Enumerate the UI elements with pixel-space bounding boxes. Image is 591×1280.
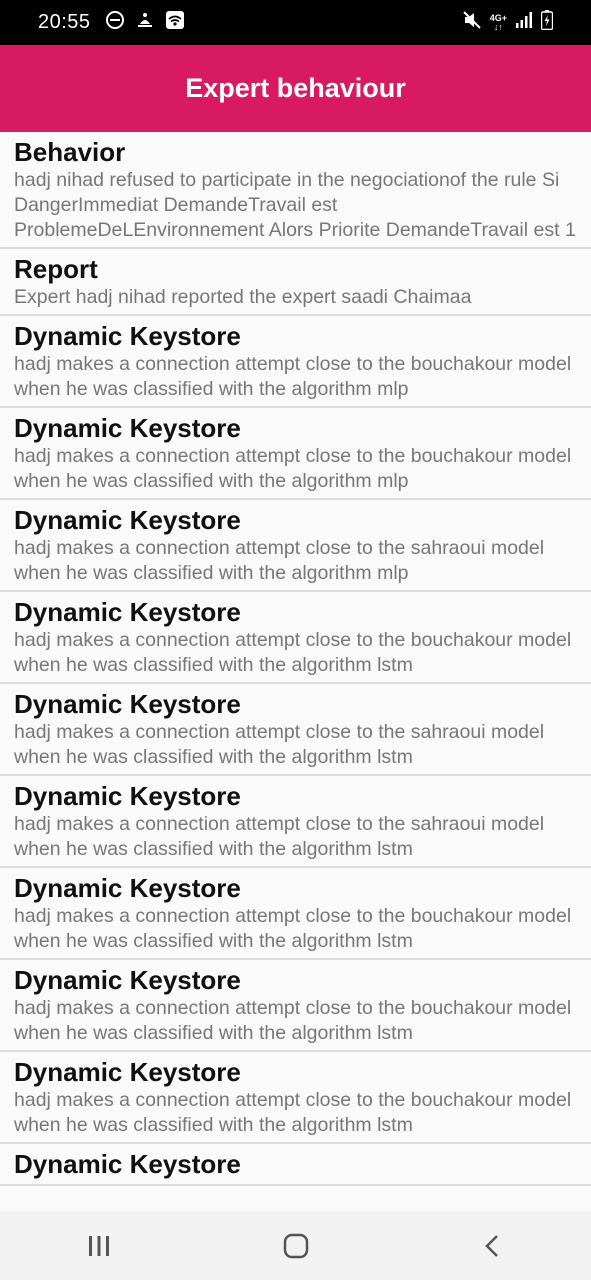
- item-title: Dynamic Keystore: [14, 597, 241, 627]
- item-description: Expert hadj nihad reported the expert sa…: [14, 286, 472, 308]
- back-button[interactable]: [463, 1216, 523, 1276]
- list-item[interactable]: Dynamic Keystore hadj makes a connection …: [0, 960, 591, 1052]
- item-title: Dynamic Keystore: [14, 413, 241, 443]
- wifi-hotspot-icon: [165, 10, 185, 35]
- list-item[interactable]: Dynamic Keystore hadj makes a connection …: [0, 500, 591, 592]
- item-description: hadj makes a connection attempt close to…: [14, 997, 572, 1044]
- behaviour-list[interactable]: Behavior hadj nihad refused to participat…: [0, 132, 591, 1211]
- do-not-disturb-icon: [105, 10, 125, 35]
- item-title: Dynamic Keystore: [14, 965, 241, 995]
- item-title: Dynamic Keystore: [14, 781, 241, 811]
- item-title: Dynamic Keystore: [14, 1149, 241, 1179]
- item-description: hadj makes a connection attempt close to…: [14, 1089, 572, 1136]
- signal-icon: [515, 11, 533, 34]
- list-item[interactable]: Dynamic Keystore: [0, 1144, 591, 1186]
- item-description: hadj makes a connection attempt close to…: [14, 721, 545, 768]
- page-title: Expert behaviour: [185, 73, 406, 103]
- item-title: Dynamic Keystore: [14, 505, 241, 535]
- list-item[interactable]: Behavior hadj nihad refused to participat…: [0, 132, 591, 249]
- list-item[interactable]: Dynamic Keystore hadj makes a connection …: [0, 408, 591, 500]
- list-item[interactable]: Dynamic Keystore hadj makes a connection …: [0, 868, 591, 960]
- list-item[interactable]: Dynamic Keystore hadj makes a connection …: [0, 776, 591, 868]
- list-item[interactable]: Report Expert hadj nihad reported the exp…: [0, 249, 591, 316]
- item-description: hadj makes a connection attempt close to…: [14, 445, 572, 492]
- notification-icon: [135, 10, 155, 35]
- item-title: Dynamic Keystore: [14, 1057, 241, 1087]
- list-item[interactable]: Dynamic Keystore hadj makes a connection …: [0, 316, 591, 408]
- status-bar: 20:55 4G+ ↓↑: [0, 0, 591, 45]
- item-title: Behavior: [14, 137, 126, 167]
- item-description: hadj makes a connection attempt close to…: [14, 905, 572, 952]
- back-icon: [484, 1234, 498, 1257]
- status-left-icons: [105, 10, 185, 35]
- home-button[interactable]: [266, 1216, 326, 1276]
- battery-charging-icon: [540, 10, 554, 35]
- item-description: hadj makes a connection attempt close to…: [14, 813, 545, 860]
- mute-icon: [462, 10, 482, 35]
- item-title: Dynamic Keystore: [14, 321, 241, 351]
- list-item[interactable]: Dynamic Keystore hadj makes a connection …: [0, 684, 591, 776]
- item-title: Dynamic Keystore: [14, 689, 241, 719]
- recent-apps-button[interactable]: [69, 1216, 129, 1276]
- home-icon: [283, 1233, 308, 1258]
- status-right-icons: 4G+ ↓↑: [462, 10, 554, 35]
- item-description: [14, 1180, 577, 1181]
- item-description: hadj makes a connection attempt close to…: [14, 353, 572, 400]
- list-item[interactable]: Dynamic Keystore hadj makes a connection …: [0, 1052, 591, 1144]
- list-item[interactable]: Dynamic Keystore hadj makes a connection …: [0, 592, 591, 684]
- item-description: hadj makes a connection attempt close to…: [14, 537, 545, 584]
- item-description: hadj makes a connection attempt close to…: [14, 629, 572, 676]
- item-description: hadj nihad refused to participate in the…: [14, 169, 576, 241]
- recent-apps-icon: [88, 1235, 109, 1256]
- navigation-bar: [0, 1211, 591, 1280]
- app-bar: Expert behaviour: [0, 45, 591, 132]
- item-title: Dynamic Keystore: [14, 873, 241, 903]
- network-4g-icon: 4G+ ↓↑: [489, 12, 507, 32]
- item-title: Report: [14, 254, 98, 284]
- status-time: 20:55: [38, 11, 91, 33]
